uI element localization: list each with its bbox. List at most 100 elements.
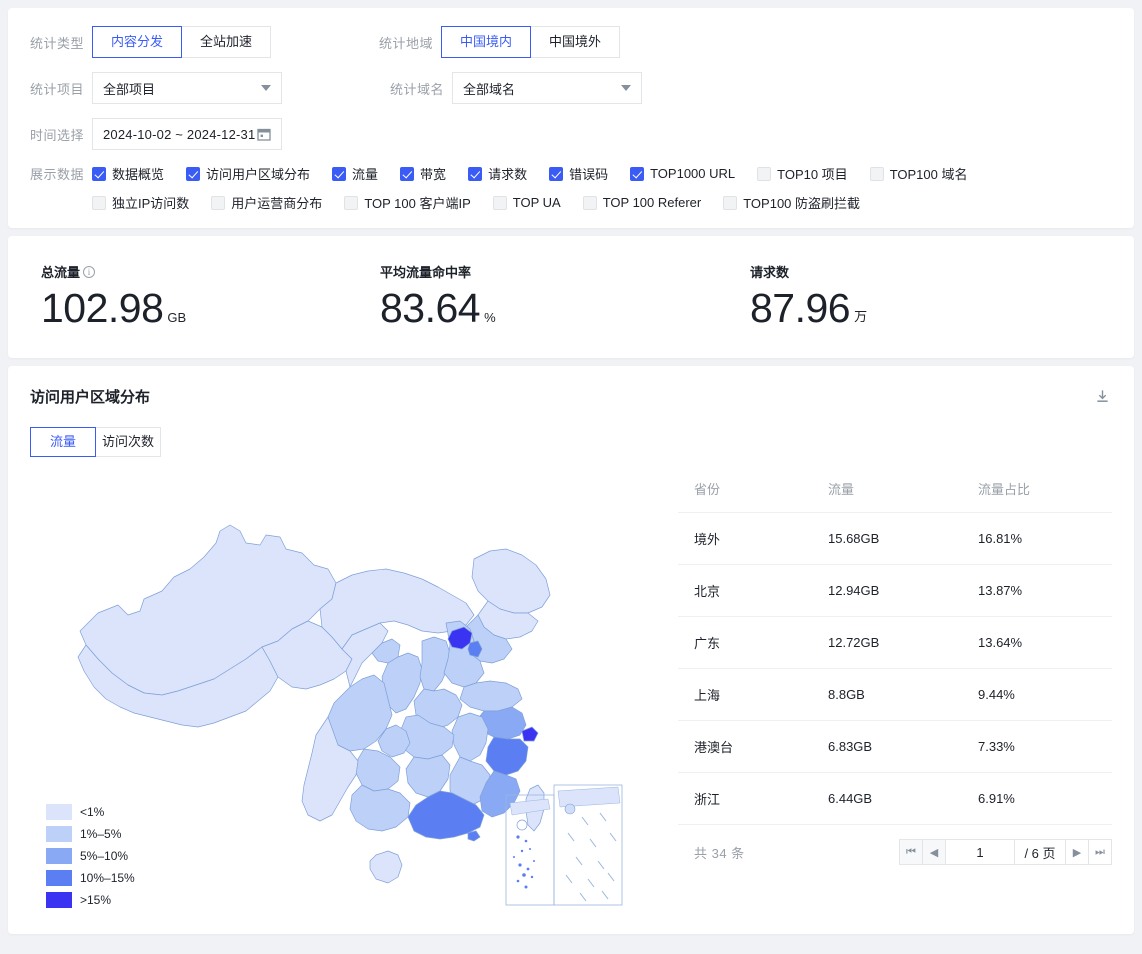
stat-title: 请求数	[750, 265, 790, 280]
checkbox-top100-anti-brush[interactable]: TOP100 防盗刷拦截	[723, 193, 860, 212]
checkbox-top1000-url[interactable]: TOP1000 URL	[630, 166, 735, 181]
checkbox-box[interactable]	[332, 166, 347, 181]
checkbox-top100-client-ip[interactable]: TOP 100 客户端IP	[344, 193, 471, 212]
pagination[interactable]: ⏮ ◀ 1 / 6 页 ▶ ⏭	[899, 839, 1112, 866]
checkbox-top100-referer[interactable]: TOP 100 Referer	[582, 195, 702, 210]
checkbox-request-count[interactable]: 请求数	[468, 164, 527, 183]
checkbox-label: 用户运营商分布	[231, 196, 323, 211]
region-metric-tabs[interactable]: 流量 访问次数	[30, 427, 1112, 458]
tab-traffic[interactable]: 流量	[30, 427, 96, 458]
table-row: 广东 12.72GB 13.64%	[678, 616, 1112, 670]
stat-unit: 万	[854, 309, 868, 325]
stat-title: 总流量	[41, 265, 81, 280]
table-footer: 共 34 条 ⏮ ◀ 1 / 6 页 ▶ ⏭	[678, 825, 1112, 866]
checkbox-label: 访问用户区域分布	[206, 167, 311, 182]
stat-type-option-content[interactable]: 内容分发	[92, 26, 182, 58]
legend-item: <1%	[46, 804, 135, 821]
pagination-current-page-input[interactable]: 1	[945, 839, 1015, 866]
checkbox-box[interactable]	[869, 166, 884, 181]
checkbox-data-overview[interactable]: 数据概览	[92, 164, 164, 183]
tab-visit-count[interactable]: 访问次数	[95, 427, 161, 458]
cell-traffic: 12.94GB	[828, 564, 978, 618]
legend-item: 1%–5%	[46, 826, 135, 843]
legend-label: <1%	[80, 805, 105, 820]
stat-title-row: 总流量 i	[41, 262, 380, 281]
stat-title-row: 平均流量命中率	[380, 262, 750, 281]
province-anhui	[451, 712, 489, 762]
checkbox-box[interactable]	[211, 195, 226, 210]
checkbox-box[interactable]	[630, 166, 645, 181]
checkbox-bandwidth[interactable]: 带宽	[400, 164, 446, 183]
time-range-label: 时间选择	[30, 127, 85, 143]
province-table-wrap: 省份 流量 流量占比 境外 15.68GB 16.81% 北京 12.94GB …	[678, 473, 1112, 943]
cell-province: 广东	[678, 616, 828, 670]
stat-type-option-whole-site[interactable]: 全站加速	[181, 26, 271, 58]
info-icon[interactable]: i	[83, 265, 96, 278]
stat-unit: %	[484, 310, 496, 326]
map-legend: <1% 1%–5% 5%–10% 10%–15% >15%	[46, 804, 135, 909]
checkbox-box[interactable]	[92, 166, 106, 181]
time-range-value: 2024-10-02 ~ 2024-12-31	[103, 126, 256, 142]
checkbox-user-region-distribution[interactable]: 访问用户区域分布	[186, 164, 310, 183]
pagination-prev-button[interactable]: ◀	[922, 839, 946, 866]
checkbox-label: TOP1000 URL	[650, 166, 736, 181]
cell-province: 境外	[678, 512, 828, 566]
south-china-sea-inset	[505, 784, 623, 906]
province-hongkong-macau	[467, 830, 481, 842]
table-body: 境外 15.68GB 16.81% 北京 12.94GB 13.87% 广东 1…	[678, 512, 1112, 826]
province-table: 省份 流量 流量占比 境外 15.68GB 16.81% 北京 12.94GB …	[678, 473, 1112, 826]
time-range-picker[interactable]: 2024-10-02 ~ 2024-12-31	[92, 118, 282, 150]
stat-region-option-domestic[interactable]: 中国境内	[441, 26, 531, 58]
checkbox-error-code[interactable]: 错误码	[549, 164, 608, 183]
pagination-next-button[interactable]: ▶	[1065, 839, 1089, 866]
province-hainan	[369, 850, 403, 884]
stat-type-label: 统计类型	[30, 35, 85, 51]
checkbox-box[interactable]	[400, 166, 415, 181]
province-heilongjiang	[471, 548, 551, 614]
checkbox-top-ua[interactable]: TOP UA	[492, 195, 561, 210]
table-row: 港澳台 6.83GB 7.33%	[678, 720, 1112, 774]
province-shanxi	[419, 636, 451, 692]
checkbox-box[interactable]	[468, 166, 483, 181]
checkbox-box[interactable]	[757, 166, 772, 181]
stat-domain-label: 统计域名	[390, 81, 445, 97]
stat-domain-select[interactable]: 全部域名	[452, 72, 642, 104]
checkbox-top100-domain[interactable]: TOP100 域名	[869, 164, 967, 183]
checkbox-isp-distribution[interactable]: 用户运营商分布	[211, 193, 322, 212]
stat-unit: GB	[167, 310, 187, 326]
stat-request-count: 请求数 87.96 万	[750, 262, 1050, 330]
checkbox-top10-project[interactable]: TOP10 项目	[757, 164, 848, 183]
china-map-container: <1% 1%–5% 5%–10% 10%–15% >15%	[30, 473, 678, 943]
checkbox-box[interactable]	[186, 166, 201, 181]
province-shanghai	[521, 726, 539, 742]
download-icon[interactable]	[1092, 386, 1112, 406]
legend-item: 5%–10%	[46, 848, 135, 865]
checkbox-box[interactable]	[92, 195, 106, 210]
stat-region-segmented[interactable]: 中国境内 中国境外	[441, 26, 620, 58]
checkbox-label: TOP 100 Referer	[602, 195, 702, 210]
page-root: 统计类型 内容分发 全站加速 统计地域 中国境内 中国境外 统计项目 全部项目 …	[0, 0, 1142, 954]
pagination-last-button[interactable]: ⏭	[1088, 839, 1112, 866]
checkbox-traffic[interactable]: 流量	[332, 164, 378, 183]
legend-label: 1%–5%	[80, 827, 122, 842]
column-header-traffic: 流量	[828, 473, 978, 514]
cell-share: 6.91%	[978, 772, 1112, 826]
checkbox-box[interactable]	[582, 195, 597, 210]
cell-share: 7.33%	[978, 720, 1112, 774]
region-header: 访问用户区域分布	[30, 386, 1112, 407]
checkbox-label: 独立IP访问数	[112, 196, 190, 211]
stat-value-row: 87.96 万	[750, 286, 1050, 330]
column-header-traffic-share: 流量占比	[978, 473, 1112, 514]
checkbox-unique-ip-visits[interactable]: 独立IP访问数	[92, 193, 189, 212]
stat-type-segmented[interactable]: 内容分发 全站加速	[92, 26, 271, 58]
checkbox-box[interactable]	[549, 166, 564, 181]
checkbox-box[interactable]	[344, 195, 359, 210]
pagination-first-button[interactable]: ⏮	[899, 839, 923, 866]
checkbox-box[interactable]	[492, 195, 507, 210]
stat-region-option-overseas[interactable]: 中国境外	[530, 26, 620, 58]
checkbox-box[interactable]	[723, 195, 738, 210]
china-choropleth-map[interactable]	[70, 473, 650, 936]
cell-traffic: 6.83GB	[828, 720, 978, 774]
stat-project-select[interactable]: 全部项目	[92, 72, 282, 104]
total-count-label: 共 34 条	[694, 845, 745, 861]
